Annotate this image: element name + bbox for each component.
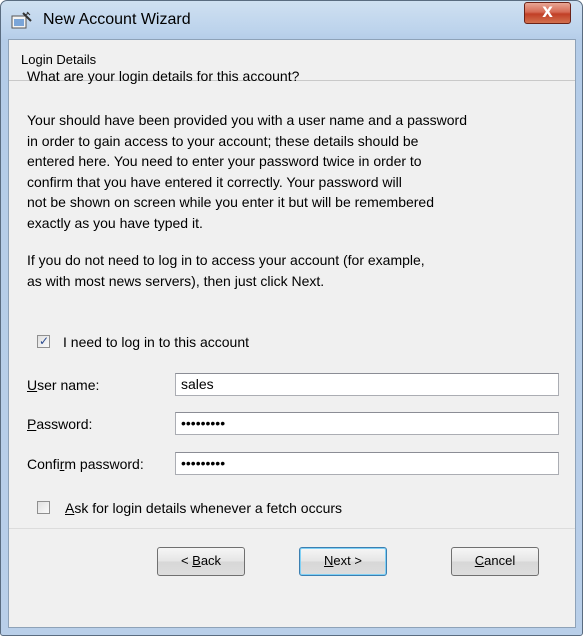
login-required-label[interactable]: I need to log in to this account xyxy=(63,334,249,350)
checkmark-icon: ✓ xyxy=(39,334,50,348)
question-text: What are your login details for this acc… xyxy=(27,68,300,84)
next-button-accel: N xyxy=(324,553,334,568)
confirm-label-text: m password: xyxy=(64,456,144,472)
password-value: ••••••••• xyxy=(181,415,226,431)
password-input[interactable]: ••••••••• xyxy=(175,412,559,435)
content-layer: What are your login details for this acc… xyxy=(8,1,576,637)
cancel-button-text: ancel xyxy=(484,553,516,568)
no-login-paragraph: If you do not need to log in to access y… xyxy=(27,252,425,289)
confirm-label-pre: Confi xyxy=(27,456,60,472)
password-label-accel: P xyxy=(27,416,37,432)
username-label-accel: U xyxy=(27,377,38,393)
back-button[interactable]: < Back xyxy=(157,547,245,576)
ask-login-text: sk for login details whenever a fetch oc… xyxy=(74,500,343,516)
confirm-password-label: Confirm password: xyxy=(27,456,144,472)
username-label: User name: xyxy=(27,377,99,393)
login-required-checkbox[interactable]: ✓ xyxy=(37,334,50,348)
back-button-arrow: < xyxy=(180,553,193,568)
wizard-window: New Account Wizard X Login Details What … xyxy=(0,0,583,636)
instructions-paragraph: Your should have been provided you with … xyxy=(27,112,467,231)
username-value: sales xyxy=(181,376,214,392)
cancel-button-accel: C xyxy=(474,553,485,568)
next-button-text: ext > xyxy=(333,553,362,568)
password-label: Password: xyxy=(27,416,92,432)
next-button[interactable]: Next > xyxy=(299,547,387,576)
username-label-text: ser name: xyxy=(37,377,100,393)
confirm-password-input[interactable]: ••••••••• xyxy=(175,452,559,475)
footer-divider xyxy=(9,528,575,529)
ask-login-accel: A xyxy=(65,500,75,516)
back-button-text: ack xyxy=(200,553,222,568)
password-label-text: assword: xyxy=(36,416,93,432)
back-button-accel: B xyxy=(192,553,201,568)
confirm-password-value: ••••••••• xyxy=(181,455,226,471)
username-input[interactable]: sales xyxy=(175,373,559,396)
ask-login-label[interactable]: Ask for login details whenever a fetch o… xyxy=(65,500,342,516)
ask-login-checkbox[interactable] xyxy=(37,501,50,514)
cancel-button[interactable]: Cancel xyxy=(451,547,539,576)
